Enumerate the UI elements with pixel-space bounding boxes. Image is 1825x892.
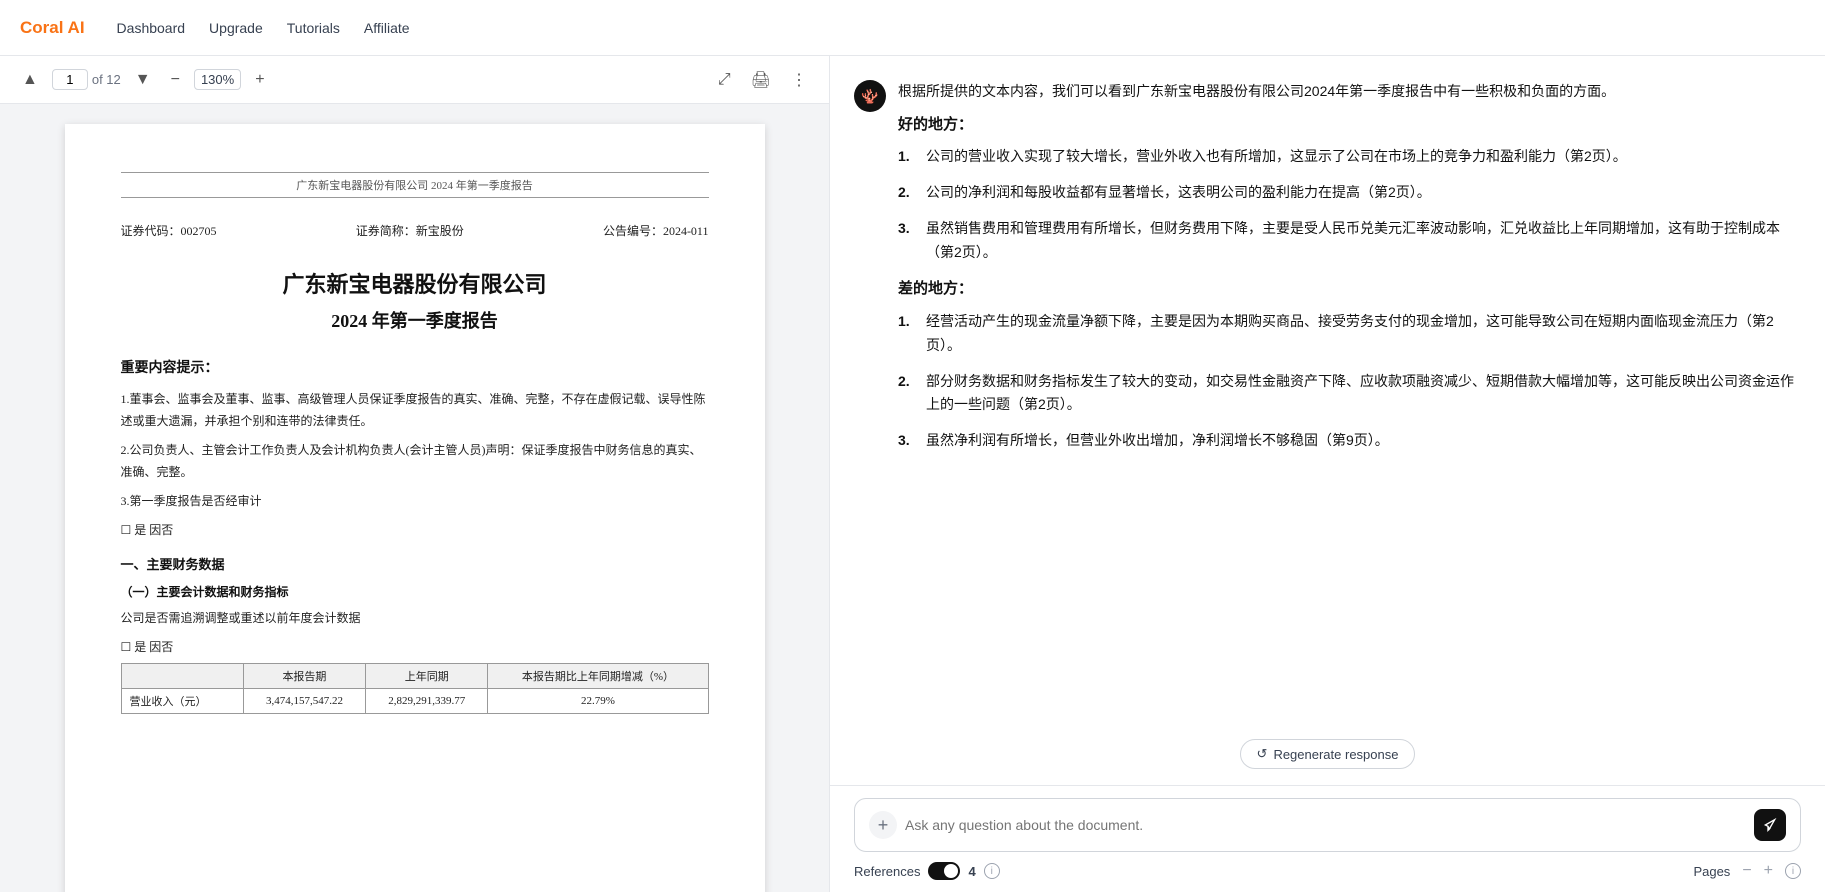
expand-button[interactable]: ⤢ [712, 67, 737, 93]
zoom-display[interactable]: 130% [194, 69, 241, 90]
chat-panel: 🪸 根据所提供的文本内容，我们可以看到广东新宝电器股份有限公司2024年第一季度… [830, 56, 1825, 892]
nav-links: Dashboard Upgrade Tutorials Affiliate [117, 16, 410, 40]
list-item: 2.公司的净利润和每股收益都有显著增长，这表明公司的盈利能力在提高（第2页）。 [898, 181, 1801, 205]
pdf-table-note: 公司是否需追溯调整或重述以前年度会计数据 [121, 608, 709, 630]
pdf-header-line: 广东新宝电器股份有限公司 2024 年第一季度报告 [121, 172, 709, 198]
regenerate-icon: ↺ [1257, 746, 1268, 762]
pdf-table-header-change: 本报告期比上年同期增减（%） [488, 663, 708, 688]
regenerate-bar: ↺ Regenerate response [830, 731, 1825, 785]
table-cell-prior: 2,829,291,339.77 [366, 688, 488, 713]
chat-avatar: 🪸 [854, 80, 886, 112]
page-up-button[interactable]: ▲ [16, 67, 44, 93]
pdf-table-header-current: 本报告期 [243, 663, 365, 688]
send-icon [1762, 817, 1778, 833]
chat-messages: 🪸 根据所提供的文本内容，我们可以看到广东新宝电器股份有限公司2024年第一季度… [830, 56, 1825, 731]
page-input[interactable] [52, 69, 88, 90]
attach-button[interactable]: + [869, 811, 897, 839]
pdf-meta-notice: 公告编号：2024-011 [603, 222, 709, 239]
chat-bad-list: 1.经营活动产生的现金流量净额下降，主要是因为本期购买商品、接受劳务支付的现金增… [898, 310, 1801, 453]
footer-left: References 4 i [854, 862, 1000, 880]
logo: Coral AI [20, 18, 85, 38]
list-item: 2.部分财务数据和财务指标发生了较大的变动，如交易性金融资产下降、应收款项融资减… [898, 370, 1801, 418]
top-nav: Coral AI Dashboard Upgrade Tutorials Aff… [0, 0, 1825, 56]
page-down-button[interactable]: ▼ [129, 67, 157, 93]
main-layout: ▲ of 12 ▼ − 130% + ⤢ 🖨 ⋮ 广东新宝电器股份有限公司 20… [0, 56, 1825, 892]
pages-plus-button[interactable]: + [1764, 862, 1773, 880]
zoom-in-button[interactable]: + [249, 67, 270, 93]
nav-tutorials[interactable]: Tutorials [287, 16, 340, 40]
table-cell-current: 3,474,157,547.22 [243, 688, 365, 713]
pdf-financial-table: 本报告期 上年同期 本报告期比上年同期增减（%） 营业收入（元） 3,474,1… [121, 663, 709, 714]
pdf-title-main: 广东新宝电器股份有限公司 [121, 267, 709, 299]
page-nav: of 12 [52, 69, 121, 90]
send-button[interactable] [1754, 809, 1786, 841]
pdf-content[interactable]: 广东新宝电器股份有限公司 2024 年第一季度报告 证券代码：002705 证券… [0, 104, 829, 892]
nav-dashboard[interactable]: Dashboard [117, 16, 186, 40]
zoom-out-button[interactable]: − [165, 67, 186, 93]
chat-good-list: 1.公司的营业收入实现了较大增长，营业外收入也有所增加，这显示了公司在市场上的竞… [898, 145, 1801, 264]
pdf-title-sub: 2024 年第一季度报告 [121, 307, 709, 333]
pdf-table-yn: ☐ 是 因否 [121, 638, 709, 655]
pages-minus-button[interactable]: − [1742, 862, 1751, 880]
list-item: 1.公司的营业收入实现了较大增长，营业外收入也有所增加，这显示了公司在市场上的竞… [898, 145, 1801, 169]
pdf-section1: 一、主要财务数据 [121, 554, 709, 573]
chat-input[interactable] [905, 817, 1746, 833]
pdf-meta-code: 证券代码：002705 [121, 222, 217, 239]
chat-input-box: + [854, 798, 1801, 852]
chat-footer: References 4 i Pages − + i [830, 852, 1825, 892]
list-item: 3.虽然销售费用和管理费用有所增长，但财务费用下降，主要是受人民币兑美元汇率波动… [898, 217, 1801, 265]
chat-intro: 根据所提供的文本内容，我们可以看到广东新宝电器股份有限公司2024年第一季度报告… [898, 80, 1801, 104]
list-item: 3.虽然净利润有所增长，但营业外收出增加，净利润增长不够稳固（第9页）。 [898, 429, 1801, 453]
page-total: of 12 [92, 72, 121, 87]
list-item: 1.经营活动产生的现金流量净额下降，主要是因为本期购买商品、接受劳务支付的现金增… [898, 310, 1801, 358]
nav-upgrade[interactable]: Upgrade [209, 16, 263, 40]
table-row: 营业收入（元） 3,474,157,547.22 2,829,291,339.7… [121, 688, 708, 713]
pdf-subsec1: （一）主要会计数据和财务指标 [121, 583, 709, 600]
print-button[interactable]: 🖨 [745, 66, 777, 94]
chat-bubble: 根据所提供的文本内容，我们可以看到广东新宝电器股份有限公司2024年第一季度报告… [898, 80, 1801, 465]
nav-affiliate[interactable]: Affiliate [364, 16, 410, 40]
references-label: References [854, 864, 920, 879]
pdf-table-header-prior: 上年同期 [366, 663, 488, 688]
more-button[interactable]: ⋮ [785, 66, 813, 94]
references-count: 4 [968, 864, 975, 879]
pdf-body1: 1.董事会、监事会及董事、监事、高级管理人员保证季度报告的真实、准确、完整，不存… [121, 389, 709, 432]
pdf-body2: 2.公司负责人、主管会计工作负责人及会计机构负责人(会计主管人员)声明：保证季度… [121, 440, 709, 483]
pdf-meta: 证券代码：002705 证券简称：新宝股份 公告编号：2024-011 [121, 222, 709, 239]
pages-info-icon[interactable]: i [1785, 863, 1801, 879]
references-toggle[interactable] [928, 862, 960, 880]
references-info-icon[interactable]: i [984, 863, 1000, 879]
chat-good-title: 好的地方： [898, 112, 1801, 138]
chat-bad-title: 差的地方： [898, 276, 1801, 302]
footer-right: Pages − + i [1693, 862, 1801, 880]
pages-label: Pages [1693, 864, 1730, 879]
pdf-meta-abbr: 证券简称：新宝股份 [356, 222, 464, 239]
table-cell-change: 22.79% [488, 688, 708, 713]
pdf-body3: 3.第一季度报告是否经审计 [121, 491, 709, 513]
pdf-yn: ☐ 是 因否 [121, 521, 709, 538]
pdf-important-title: 重要内容提示： [121, 357, 709, 377]
chat-input-area: + [830, 785, 1825, 852]
pdf-panel: ▲ of 12 ▼ − 130% + ⤢ 🖨 ⋮ 广东新宝电器股份有限公司 20… [0, 56, 830, 892]
regenerate-button[interactable]: ↺ Regenerate response [1240, 739, 1416, 769]
regenerate-label: Regenerate response [1273, 747, 1398, 762]
chat-message-ai: 🪸 根据所提供的文本内容，我们可以看到广东新宝电器股份有限公司2024年第一季度… [854, 80, 1801, 465]
pdf-page: 广东新宝电器股份有限公司 2024 年第一季度报告 证券代码：002705 证券… [65, 124, 765, 892]
pdf-table-header-empty [121, 663, 243, 688]
pdf-toolbar: ▲ of 12 ▼ − 130% + ⤢ 🖨 ⋮ [0, 56, 829, 104]
table-cell-label: 营业收入（元） [121, 688, 243, 713]
